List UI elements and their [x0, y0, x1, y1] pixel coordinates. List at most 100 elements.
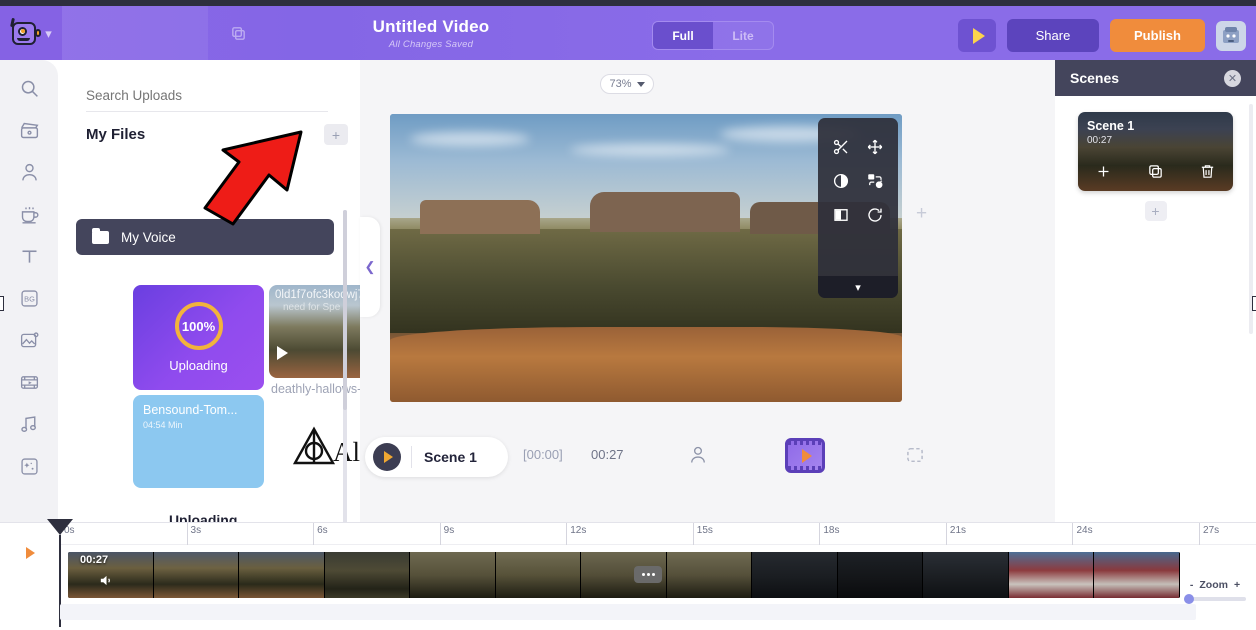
chevron-down-icon[interactable]: ▾	[818, 276, 898, 298]
upload-progress-ring: 100%	[175, 302, 223, 350]
publish-button[interactable]: Publish	[1110, 19, 1205, 52]
video-overlay-title: 0ld1f7ofc3kodwj7	[275, 289, 364, 301]
scene-card-duration: 00:27	[1087, 135, 1112, 146]
timeline-tick-label: 6s	[317, 525, 328, 536]
secondary-track-row[interactable]	[60, 604, 1196, 620]
crop-icon[interactable]	[824, 198, 858, 232]
timeline-tick-label: 18s	[823, 525, 839, 536]
chevron-down-icon	[637, 82, 645, 87]
contrast-icon[interactable]	[824, 164, 858, 198]
volume-icon[interactable]	[98, 572, 115, 594]
video-editor-app: ▾ Untitled Video All Changes Saved Full …	[0, 0, 1256, 630]
timeline-tick-label: 27s	[1203, 525, 1219, 536]
header-segment-left	[62, 6, 208, 60]
sidebar-item-search[interactable]	[9, 72, 49, 104]
zoom-slider[interactable]	[1184, 597, 1246, 601]
upload-item-audio[interactable]: Bensound-Tom... 04:54 Min	[133, 395, 264, 488]
close-icon[interactable]: ✕	[1224, 70, 1241, 87]
zoom-label: Zoom	[1199, 579, 1228, 591]
timeline-tick-label: 15s	[697, 525, 713, 536]
project-title-block[interactable]: Untitled Video All Changes Saved	[306, 17, 556, 50]
tab-full[interactable]: Full	[653, 22, 713, 49]
scenes-title: Scenes	[1070, 70, 1119, 86]
rotate-icon[interactable]	[858, 198, 892, 232]
scrollbar-thumb[interactable]	[343, 210, 347, 410]
sidebar-item-background[interactable]: BG	[9, 282, 49, 314]
folder-my-voice[interactable]: My Voice	[76, 219, 334, 255]
audio-title: Bensound-Tom...	[143, 403, 238, 417]
timeline-tick: 3s	[187, 523, 188, 545]
play-scene-icon[interactable]	[373, 443, 401, 471]
video-clip-track[interactable]: 00:27	[68, 552, 1180, 598]
add-folder-button[interactable]: +	[324, 124, 348, 145]
timeline-zoom-control: - Zoom +	[1184, 579, 1246, 601]
upload-progress-card[interactable]: 100% Uploading	[133, 285, 264, 390]
replace-icon[interactable]	[858, 164, 892, 198]
sidebar-item-effects[interactable]	[9, 450, 49, 482]
clip-time-label: 00:27	[80, 554, 108, 566]
sidebar-item-characters[interactable]	[9, 156, 49, 188]
timeline-ruler[interactable]: 0s3s6s9s12s15s18s21s24s27s	[60, 523, 1256, 545]
zoom-out-button[interactable]: -	[1190, 579, 1194, 591]
folder-label: My Voice	[121, 230, 176, 245]
plus-icon[interactable]	[1095, 163, 1112, 185]
upload-status-label: Uploading	[169, 358, 228, 373]
timeline-tick: 15s	[693, 523, 694, 545]
animaker-logo-icon	[10, 20, 40, 47]
logo-menu-button[interactable]: ▾	[0, 6, 62, 60]
scene-name-label: Scene 1	[411, 446, 477, 468]
move-icon[interactable]	[858, 130, 892, 164]
character-icon[interactable]	[688, 445, 708, 470]
play-icon[interactable]	[277, 346, 288, 360]
zoom-level-dropdown[interactable]: 73%	[600, 74, 654, 94]
svg-text:BG: BG	[24, 294, 35, 303]
audio-duration: 04:54 Min	[143, 420, 183, 430]
scene-thumbnail-card[interactable]: Scene 1 00:27	[1078, 112, 1233, 191]
scene-video-icon[interactable]	[785, 438, 825, 473]
duplicate-icon[interactable]	[1147, 163, 1164, 185]
timeline-tick-label: 3s	[191, 525, 202, 536]
my-files-header: My Files +	[86, 124, 348, 145]
timeline-tick: 9s	[440, 523, 441, 545]
element-floating-toolbar: ▾	[818, 118, 898, 298]
sidebar-item-videos[interactable]	[9, 366, 49, 398]
tab-lite[interactable]: Lite	[713, 22, 773, 49]
clip-more-menu[interactable]	[634, 566, 662, 583]
zoom-slider-knob[interactable]	[1184, 594, 1194, 604]
add-element-button[interactable]: +	[916, 203, 927, 225]
search-uploads-input[interactable]	[86, 80, 328, 112]
scenes-panel-header: Scenes ✕	[1055, 60, 1256, 96]
sidebar-item-images[interactable]	[9, 324, 49, 356]
uploads-scrollbar[interactable]	[343, 210, 347, 530]
sidebar-item-templates[interactable]	[9, 114, 49, 146]
timeline-tick: 12s	[566, 523, 567, 545]
right-edge-handle	[1252, 296, 1256, 311]
sidebar-item-text[interactable]	[9, 240, 49, 272]
share-button[interactable]: Share	[1007, 19, 1099, 52]
section-title: My Files	[86, 126, 145, 143]
avatar[interactable]	[1216, 21, 1246, 51]
collapse-panel-button[interactable]: ❮	[360, 217, 380, 317]
sidebar-item-props[interactable]	[9, 198, 49, 230]
timeline-tick: 21s	[946, 523, 947, 545]
timeline-tick-label: 12s	[570, 525, 586, 536]
trash-icon[interactable]	[1199, 163, 1216, 185]
header-actions: Share Publish	[958, 19, 1246, 52]
zoom-level-value: 73%	[609, 78, 631, 90]
zoom-in-button[interactable]: +	[1234, 579, 1240, 591]
left-tool-rail: BG	[0, 60, 58, 522]
timeline-tick: 6s	[313, 523, 314, 545]
mode-toggle[interactable]: Full Lite	[652, 21, 774, 50]
timeline-tick: 27s	[1199, 523, 1200, 545]
timeline-tick: 24s	[1072, 523, 1073, 545]
sidebar-item-music[interactable]	[9, 408, 49, 440]
uploads-panel: My Files + My Voice 100% Uploading Benso…	[58, 60, 360, 522]
duplicate-icon[interactable]	[208, 6, 268, 60]
scene-selector[interactable]: Scene 1	[365, 437, 508, 477]
timeline-tick-label: 9s	[444, 525, 455, 536]
preview-play-button[interactable]	[958, 19, 996, 52]
focus-icon[interactable]	[905, 445, 925, 470]
chevron-down-icon: ▾	[45, 27, 52, 40]
add-scene-button[interactable]: +	[1145, 201, 1167, 221]
scissors-icon[interactable]	[824, 130, 858, 164]
